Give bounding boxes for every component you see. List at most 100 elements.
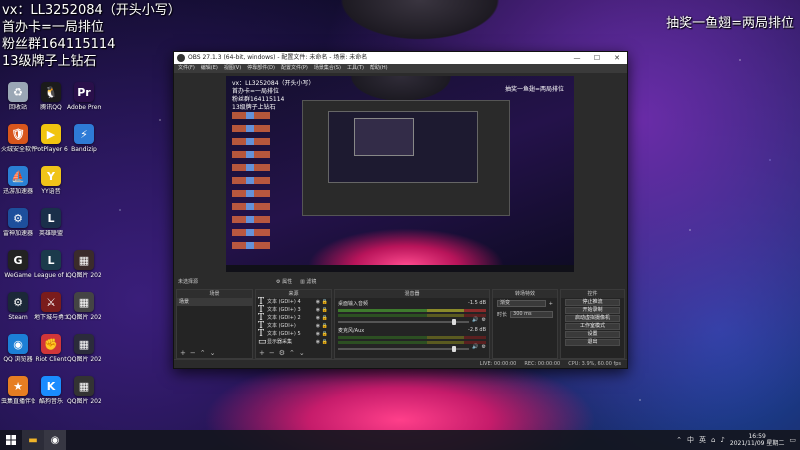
obs-preview[interactable]: vx：LL3252084（开头小写） 首办卡=一局排位 粉丝群164115114… bbox=[226, 76, 574, 272]
scene-item[interactable]: 场景 bbox=[177, 298, 252, 306]
desktop-icon[interactable]: 🐧 腾讯QQ bbox=[35, 82, 67, 124]
source-row[interactable]: T 文本 (GDI+) 5 ◉ 🔒 bbox=[256, 330, 331, 339]
recycle-bin-icon: ♻ bbox=[8, 82, 28, 102]
desktop-icon-label: Steam bbox=[8, 314, 28, 321]
volume-icon[interactable]: ♪ bbox=[720, 436, 724, 444]
volume-slider[interactable] bbox=[338, 318, 470, 325]
start-button[interactable] bbox=[0, 430, 22, 450]
source-row[interactable]: T 文本 (GDI+) 4 ◉ 🔒 bbox=[256, 298, 331, 307]
obs-title-bar[interactable]: OBS 27.1.3 (64-bit, windows) - 配置文件: 未命名… bbox=[174, 52, 627, 64]
notification-icon[interactable]: ▭ bbox=[789, 436, 796, 444]
xunyou-icon: ⛵ bbox=[8, 166, 28, 186]
source-up-icon[interactable]: ⌃ bbox=[289, 349, 295, 358]
source-row[interactable]: ▭ 显示器采集 ◉ 🔒 bbox=[256, 338, 331, 347]
remove-source-icon[interactable]: − bbox=[269, 349, 275, 358]
desktop-icon[interactable]: ⚙ Steam bbox=[2, 292, 34, 334]
preview-nested-obs-2 bbox=[328, 111, 478, 183]
mixer-channel-header: 麦克风/Aux -2.8 dB bbox=[338, 327, 486, 334]
source-down-icon[interactable]: ⌄ bbox=[299, 349, 305, 358]
menu-item[interactable]: 文件(F) bbox=[178, 64, 195, 73]
menu-item[interactable]: 停靠部件(D) bbox=[247, 64, 275, 73]
add-scene-icon[interactable]: + bbox=[180, 349, 186, 358]
desktop-icon[interactable]: ⚙ 雷神加速器 bbox=[2, 208, 34, 250]
lock-icon[interactable]: 🔒 bbox=[322, 331, 328, 337]
lock-icon[interactable]: 🔒 bbox=[322, 299, 328, 305]
remove-scene-icon[interactable]: − bbox=[190, 349, 196, 358]
desktop-icon[interactable]: ⚡ Bandizip bbox=[68, 124, 100, 166]
lock-icon[interactable]: 🔒 bbox=[322, 323, 328, 329]
desktop-icon[interactable]: ▶ PotPlayer 64 bit bbox=[34, 124, 68, 166]
close-icon[interactable]: ✕ bbox=[607, 52, 627, 64]
mixer-gear-icon[interactable]: ⚙ bbox=[482, 344, 486, 350]
visibility-icon[interactable]: ◉ bbox=[316, 323, 320, 329]
network-icon[interactable]: ⌂ bbox=[711, 436, 715, 444]
transition-select[interactable]: 渐变 bbox=[497, 300, 546, 307]
visibility-icon[interactable]: ◉ bbox=[316, 307, 320, 313]
menu-item[interactable]: 视图(V) bbox=[224, 64, 241, 73]
desktop-icon[interactable]: ♻ 回收站 bbox=[2, 82, 34, 124]
obs-window[interactable]: OBS 27.1.3 (64-bit, windows) - 配置文件: 未命名… bbox=[173, 51, 628, 369]
control-button[interactable]: 开始录制 bbox=[565, 307, 620, 314]
maximize-icon[interactable]: ☐ bbox=[587, 52, 607, 64]
visibility-icon[interactable]: ◉ bbox=[316, 339, 320, 345]
desktop-icon[interactable]: K 酷狗音乐 bbox=[35, 376, 67, 418]
desktop-icon[interactable]: ▦ QQ图片 2021110... bbox=[67, 376, 101, 418]
menu-item[interactable]: 工具(T) bbox=[347, 64, 364, 73]
properties-button[interactable]: ⚙ 属性 bbox=[276, 278, 292, 287]
visibility-icon[interactable]: ◉ bbox=[316, 299, 320, 305]
lock-icon[interactable]: 🔒 bbox=[322, 339, 328, 345]
visibility-icon[interactable]: ◉ bbox=[316, 315, 320, 321]
desktop-icon[interactable]: Y YY语音 bbox=[35, 166, 67, 208]
desktop-icon[interactable]: L League of Legends bbox=[34, 250, 68, 292]
desktop-icon[interactable]: ⛵ 迅游加速器 bbox=[2, 166, 34, 208]
speaker-icon[interactable]: 🔊 bbox=[472, 344, 478, 350]
clock[interactable]: 16:59 2021/11/09 星期二 bbox=[730, 433, 785, 447]
lock-icon[interactable]: 🔒 bbox=[322, 307, 328, 313]
control-button[interactable]: 停止推流 bbox=[565, 299, 620, 306]
desktop-icon[interactable]: ▦ QQ图片 2021110... bbox=[67, 292, 101, 334]
visibility-icon[interactable]: ◉ bbox=[316, 331, 320, 337]
desktop-icon[interactable]: Pr Adobe Premie... bbox=[67, 82, 101, 124]
taskbar-explorer[interactable]: ▬ bbox=[22, 430, 44, 450]
control-button[interactable]: 设置 bbox=[565, 331, 620, 338]
transition-add-icon[interactable]: + bbox=[549, 301, 553, 307]
add-source-icon[interactable]: + bbox=[259, 349, 265, 358]
move-down-icon[interactable]: ⌄ bbox=[210, 349, 216, 358]
desktop-icon[interactable]: ▦ QQ图片 2021110... bbox=[67, 250, 101, 292]
move-up-icon[interactable]: ⌃ bbox=[200, 349, 206, 358]
menu-item[interactable]: 配置文件(P) bbox=[281, 64, 308, 73]
desktop-icon[interactable]: ▦ QQ图片 2021110... bbox=[67, 334, 101, 376]
overlay-line-4: 13级牌子上钻石 bbox=[2, 54, 97, 69]
source-settings-icon[interactable]: ⚙ bbox=[279, 349, 285, 358]
duration-input[interactable]: 300 ms bbox=[510, 311, 553, 318]
filters-button[interactable]: ▥ 滤镜 bbox=[300, 278, 316, 287]
kugou-icon: K bbox=[41, 376, 61, 396]
minimize-icon[interactable]: — bbox=[567, 52, 587, 64]
taskbar-obs[interactable]: ◉ bbox=[44, 430, 66, 450]
desktop-icon[interactable]: 🛡 火绒安全软件 bbox=[1, 124, 35, 166]
control-button[interactable]: 退出 bbox=[565, 339, 620, 346]
desktop-icon[interactable]: L 英雄联盟 bbox=[35, 208, 67, 250]
source-row[interactable]: T 文本 (GDI+) 2 ◉ 🔒 bbox=[256, 314, 331, 323]
menu-item[interactable]: 帮助(H) bbox=[370, 64, 388, 73]
desktop-icon[interactable]: G WeGame bbox=[2, 250, 34, 292]
control-button[interactable]: 工作室模式 bbox=[565, 323, 620, 330]
volume-slider[interactable] bbox=[338, 345, 470, 352]
lock-icon[interactable]: 🔒 bbox=[322, 315, 328, 321]
input-method-en[interactable]: 英 bbox=[699, 435, 706, 445]
menu-item[interactable]: 编辑(E) bbox=[201, 64, 218, 73]
desktop-icon[interactable]: ◉ QQ 浏览器 bbox=[2, 334, 34, 376]
desktop-icon[interactable]: ★ 虫集直播伴侣 bbox=[1, 376, 35, 418]
source-row[interactable]: T 文本 (GDI+) ◉ 🔒 bbox=[256, 322, 331, 331]
input-method-zh[interactable]: 中 bbox=[687, 435, 694, 445]
desktop-icon[interactable]: ⚔ 地下城与勇士 bbox=[34, 292, 68, 334]
menu-item[interactable]: 场景集合(S) bbox=[314, 64, 341, 73]
system-tray: ⌃ 中 英 ⌂ ♪ 16:59 2021/11/09 星期二 ▭ bbox=[676, 433, 800, 447]
tray-chevron-icon[interactable]: ⌃ bbox=[676, 436, 682, 444]
mixer-channel-name: 桌面输入音频 bbox=[338, 301, 369, 307]
mixer-gear-icon[interactable]: ⚙ bbox=[482, 317, 486, 323]
speaker-icon[interactable]: 🔊 bbox=[472, 317, 478, 323]
control-button[interactable]: 启动虚拟摄像机 bbox=[565, 315, 620, 322]
source-row[interactable]: T 文本 (GDI+) 3 ◉ 🔒 bbox=[256, 306, 331, 315]
desktop-icon[interactable]: ✊ Riot Client bbox=[35, 334, 67, 376]
